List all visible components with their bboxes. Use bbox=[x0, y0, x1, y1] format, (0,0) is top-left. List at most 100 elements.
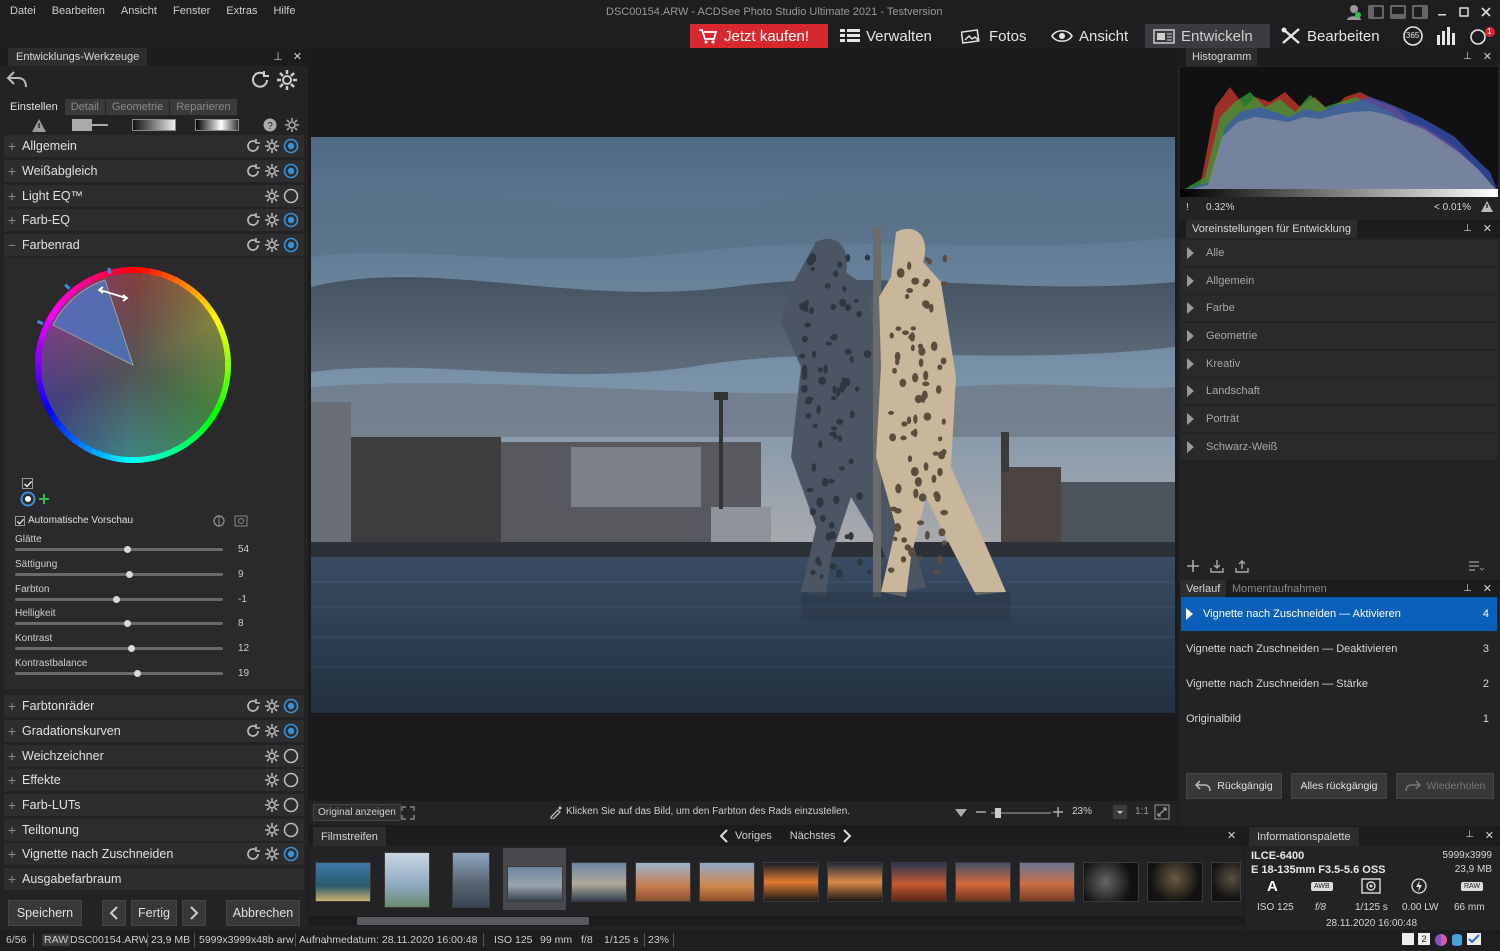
clip-warning-left-icon[interactable]: ! bbox=[1186, 202, 1189, 213]
section-effekte[interactable]: + Effekte bbox=[4, 769, 304, 791]
filmstrip-thumb-10[interactable] bbox=[891, 862, 947, 902]
filmstrip-thumb-13[interactable] bbox=[1083, 862, 1139, 902]
mode-manage[interactable]: Verwalten bbox=[832, 24, 940, 48]
done-button[interactable]: Fertig bbox=[131, 900, 177, 926]
reset-all-icon[interactable] bbox=[249, 70, 271, 90]
panel-close-icon[interactable]: ✕ bbox=[293, 50, 302, 63]
minimize-icon[interactable] bbox=[1434, 4, 1450, 20]
chevron-right-icon[interactable] bbox=[842, 829, 852, 843]
add-color-icon[interactable] bbox=[38, 493, 50, 505]
menu-extras[interactable]: Extras bbox=[226, 5, 257, 17]
reset-icon[interactable] bbox=[245, 846, 261, 862]
zoom-out-icon[interactable] bbox=[975, 806, 987, 818]
preset-farbe[interactable]: Farbe bbox=[1181, 295, 1497, 321]
gear-icon[interactable] bbox=[264, 188, 280, 204]
preset-geometrie[interactable]: Geometrie bbox=[1181, 323, 1497, 349]
filmstrip-thumb-4-selected[interactable] bbox=[507, 866, 563, 902]
export-icon[interactable] bbox=[1235, 559, 1249, 573]
tab-momentaufnahmen[interactable]: Momentaufnahmen bbox=[1228, 580, 1331, 598]
toolbar-gear-icon[interactable] bbox=[285, 118, 299, 132]
mode-edit[interactable]: Bearbeiten bbox=[1273, 24, 1388, 48]
slider-value[interactable]: 19 bbox=[238, 668, 249, 679]
slider-track[interactable] bbox=[15, 595, 223, 603]
toggle-on-icon[interactable] bbox=[283, 212, 299, 228]
gear-icon[interactable] bbox=[264, 212, 280, 228]
zoom-slider-handle[interactable] bbox=[995, 808, 1001, 818]
history-item[interactable]: Vignette nach Zuschneiden — Deaktivieren… bbox=[1181, 632, 1497, 666]
history-item-active[interactable]: Vignette nach Zuschneiden — Aktivieren 4 bbox=[1181, 597, 1497, 631]
toggle-off-icon[interactable] bbox=[283, 797, 299, 813]
dashboard-button[interactable] bbox=[1436, 26, 1458, 46]
toggle-off-icon[interactable] bbox=[283, 822, 299, 838]
history-item[interactable]: Vignette nach Zuschneiden — Stärke 2 bbox=[1181, 667, 1497, 701]
zoom-in-icon[interactable] bbox=[1052, 806, 1064, 818]
toggle-on-icon[interactable] bbox=[283, 723, 299, 739]
gear-icon[interactable] bbox=[264, 237, 280, 253]
filmstrip-thumb-1[interactable] bbox=[315, 862, 371, 902]
info-pin-icon[interactable]: ⊥ bbox=[1465, 829, 1474, 840]
menu-ansicht[interactable]: Ansicht bbox=[121, 5, 157, 17]
reset-icon[interactable] bbox=[245, 698, 261, 714]
reset-icon[interactable] bbox=[245, 212, 261, 228]
section-vignette[interactable]: + Vignette nach Zuschneiden bbox=[4, 843, 304, 865]
auto-preview-checkbox[interactable] bbox=[15, 515, 25, 526]
history-close-icon[interactable]: ✕ bbox=[1483, 582, 1492, 595]
menu-datei[interactable]: Datei bbox=[10, 5, 36, 17]
tab-geometrie[interactable]: Geometrie bbox=[105, 99, 170, 115]
filmstrip-scrollbar[interactable] bbox=[309, 916, 1244, 926]
presets-tab[interactable]: Voreinstellungen für Entwicklung bbox=[1186, 220, 1357, 238]
next-arrow-button[interactable] bbox=[182, 900, 206, 926]
toggle-off-icon[interactable] bbox=[283, 188, 299, 204]
filmstrip-thumb-8[interactable] bbox=[763, 862, 819, 902]
tab-reparieren[interactable]: Reparieren bbox=[170, 99, 237, 115]
gear-icon[interactable] bbox=[264, 723, 280, 739]
next-image-link[interactable]: Nächstes bbox=[790, 830, 836, 842]
preset-portraet[interactable]: Porträt bbox=[1181, 406, 1497, 432]
chevron-left-icon[interactable] bbox=[719, 829, 729, 843]
menu-fenster[interactable]: Fenster bbox=[173, 5, 210, 17]
section-farbtonraeder[interactable]: + Farbtonräder bbox=[4, 695, 304, 717]
slider-value[interactable]: -1 bbox=[238, 594, 247, 605]
notifications-button[interactable]: 1 bbox=[1468, 26, 1496, 46]
histogram-close-icon[interactable]: ✕ bbox=[1483, 50, 1492, 63]
zoom-select[interactable] bbox=[1113, 805, 1127, 819]
filmstrip-thumb-11[interactable] bbox=[955, 862, 1011, 902]
import-icon[interactable] bbox=[1210, 559, 1224, 573]
save-button[interactable]: Speichern bbox=[8, 900, 82, 926]
slider-track[interactable] bbox=[15, 670, 223, 677]
section-farbenrad[interactable]: − Farbenrad bbox=[4, 234, 304, 256]
section-farb-luts[interactable]: + Farb-LUTs bbox=[4, 794, 304, 816]
picker-icon[interactable] bbox=[212, 514, 226, 528]
cancel-button[interactable]: Abbrechen bbox=[226, 900, 300, 926]
section-gradationskurven[interactable]: + Gradationskurven bbox=[4, 720, 304, 742]
filmstrip-scroll-thumb[interactable] bbox=[357, 917, 589, 925]
clip-warning-right-icon[interactable] bbox=[1480, 200, 1494, 213]
history-item[interactable]: Originalbild 1 bbox=[1181, 702, 1497, 736]
previous-arrow-button[interactable] bbox=[102, 900, 126, 926]
section-light-eq[interactable]: + Light EQ™ bbox=[4, 185, 304, 207]
info-close-icon[interactable]: ✕ bbox=[1485, 829, 1494, 842]
gear-icon[interactable] bbox=[264, 138, 280, 154]
reset-icon[interactable] bbox=[245, 163, 261, 179]
slider-track[interactable] bbox=[15, 570, 223, 578]
gear-icon[interactable] bbox=[264, 772, 280, 788]
zoom-slider[interactable] bbox=[991, 808, 1051, 818]
filmstrip-thumb-6[interactable] bbox=[635, 862, 691, 902]
menu-hilfe[interactable]: Hilfe bbox=[273, 5, 295, 17]
gradient-preview-2[interactable] bbox=[195, 119, 239, 131]
filmstrip-thumb-7[interactable] bbox=[699, 862, 755, 902]
gear-icon[interactable] bbox=[264, 846, 280, 862]
gear-icon[interactable] bbox=[264, 748, 280, 764]
color-wheel[interactable] bbox=[30, 262, 236, 468]
redo-button[interactable]: Wiederholen bbox=[1396, 773, 1494, 799]
fullscreen-icon[interactable] bbox=[401, 806, 415, 820]
list-menu-icon[interactable] bbox=[1468, 559, 1484, 573]
buy-now-button[interactable]: Jetzt kaufen! bbox=[690, 24, 828, 48]
toggle-on-icon[interactable] bbox=[283, 163, 299, 179]
help-icon[interactable]: ? bbox=[263, 118, 277, 132]
filmstrip-close-icon[interactable]: ✕ bbox=[1227, 829, 1236, 842]
slider-track[interactable] bbox=[15, 645, 223, 653]
previous-image-link[interactable]: Voriges bbox=[735, 830, 772, 842]
tab-detail[interactable]: Detail bbox=[64, 99, 105, 115]
slider-value[interactable]: 12 bbox=[238, 643, 249, 654]
